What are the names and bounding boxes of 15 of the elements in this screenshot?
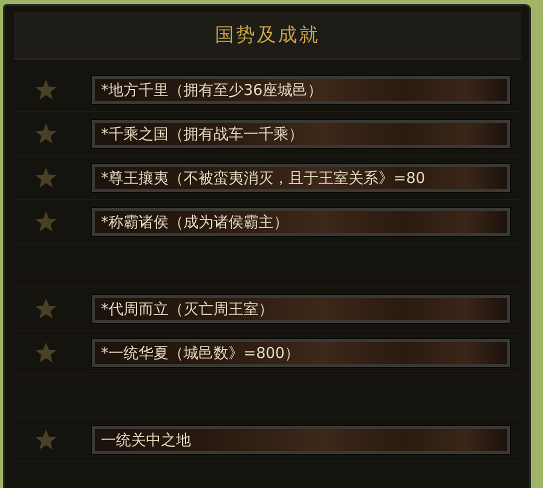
achievement-bar: *地方千里（拥有至少36座城邑） bbox=[92, 76, 510, 104]
star-icon bbox=[34, 210, 58, 234]
achievement-bar: *一统华夏（城邑数》=800） bbox=[92, 338, 510, 366]
achievement-bar: 一统关中之地 bbox=[92, 426, 510, 454]
achievement-bar: *代周而立（灭亡周王室） bbox=[92, 294, 510, 322]
star-icon bbox=[34, 428, 58, 452]
achievement-bar: *称霸诸侯（成为诸侯霸主） bbox=[92, 208, 510, 236]
star-icon bbox=[34, 122, 58, 146]
achievement-bar: *尊王攘夷（不被蛮夷消灭，且于王室关系》=80 bbox=[92, 164, 510, 192]
achievement-bar: *千乘之国（拥有战车一千乘） bbox=[92, 120, 510, 148]
star-icon bbox=[34, 296, 58, 320]
star-icon bbox=[34, 340, 58, 364]
star-icon bbox=[34, 78, 58, 102]
panel-title: 国势及成就 bbox=[215, 23, 320, 48]
star-icon bbox=[34, 166, 58, 190]
